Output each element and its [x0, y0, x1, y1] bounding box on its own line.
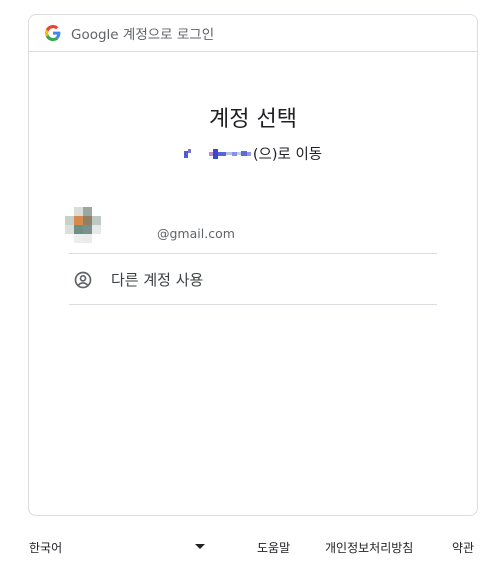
privacy-link[interactable]: 개인정보처리방침	[325, 539, 413, 556]
account-circle-icon	[74, 271, 92, 288]
use-another-account-button[interactable]: 다른 계정 사용	[69, 255, 437, 305]
header-text: Google 계정으로 로그인	[71, 27, 215, 43]
page-subtitle: (으)로 이동	[29, 143, 477, 164]
redacted-app-name	[183, 146, 251, 162]
footer: 한국어 도움말 개인정보처리방침 약관	[0, 536, 497, 558]
terms-link[interactable]: 약관	[452, 539, 474, 556]
account-chooser-card: Google 계정으로 로그인 계정 선택 (으)로 이동 @gmail.com	[28, 14, 478, 516]
language-selector[interactable]: 한국어	[29, 539, 62, 556]
avatar	[65, 207, 101, 243]
google-g-icon	[45, 25, 61, 41]
card-header: Google 계정으로 로그인	[29, 15, 477, 52]
subtitle-text: (으)로 이동	[252, 147, 323, 163]
account-item[interactable]: @gmail.com	[65, 205, 437, 254]
caret-down-icon[interactable]	[195, 544, 205, 549]
page-title: 계정 선택	[209, 107, 297, 132]
help-link[interactable]: 도움말	[257, 539, 290, 556]
use-another-account-label: 다른 계정 사용	[111, 271, 204, 289]
account-email: @gmail.com	[157, 226, 235, 241]
